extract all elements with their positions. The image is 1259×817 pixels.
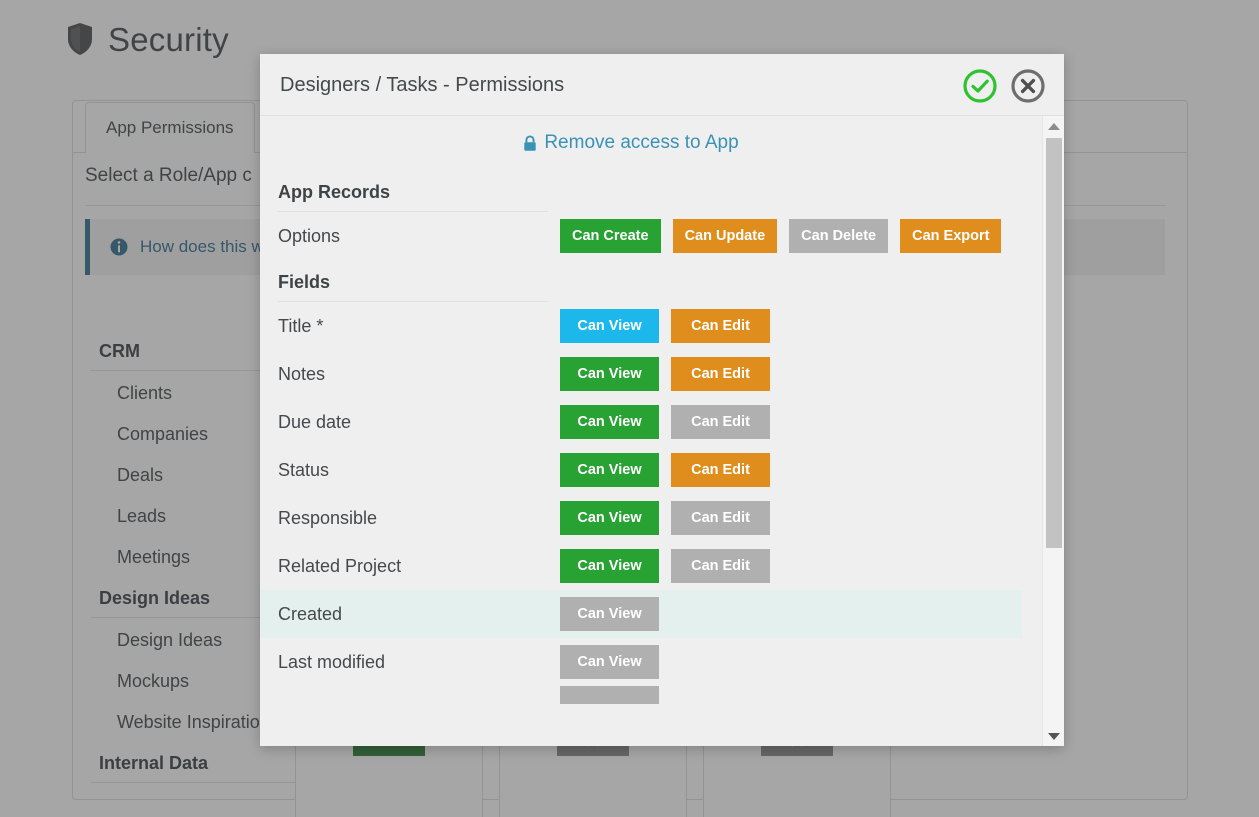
- permissions-modal: Designers / Tasks - Permissions Remove a…: [260, 54, 1064, 746]
- can-edit-button[interactable]: Can Edit: [671, 549, 770, 583]
- row-buttons: Can Create Can Update Can Delete Can Exp…: [560, 219, 1002, 253]
- can-view-button[interactable]: Can View: [560, 405, 659, 439]
- row-buttons: Can View: [560, 645, 659, 679]
- table-row: Title * Can View Can Edit: [260, 302, 1022, 350]
- row-buttons: Can View Can Edit: [560, 501, 770, 535]
- remove-access-label: Remove access to App: [544, 132, 739, 153]
- row-buttons: [560, 686, 659, 704]
- remove-access-row: Remove access to App: [260, 116, 1022, 170]
- can-edit-button[interactable]: Can Edit: [671, 405, 770, 439]
- row-buttons: Can View Can Edit: [560, 357, 770, 391]
- can-delete-button[interactable]: Can Delete: [789, 219, 889, 253]
- row-buttons: Can View Can Edit: [560, 549, 770, 583]
- can-view-button[interactable]: Can View: [560, 549, 659, 583]
- row-label: Status: [278, 459, 330, 480]
- row-buttons: Can View: [560, 597, 659, 631]
- table-row: Options Can Create Can Update Can Delete…: [260, 212, 1022, 260]
- can-edit-button[interactable]: Can Edit: [671, 453, 770, 487]
- check-circle-icon[interactable]: [962, 68, 998, 104]
- scroll-down-button[interactable]: [1043, 726, 1064, 746]
- modal-title: Designers / Tasks - Permissions: [280, 74, 565, 96]
- table-row: Created Can View: [260, 590, 1022, 638]
- modal-header: Designers / Tasks - Permissions: [260, 54, 1064, 116]
- can-edit-button[interactable]: Can Edit: [671, 309, 770, 343]
- row-label: Related Project: [278, 555, 402, 576]
- can-edit-button[interactable]: Can Edit: [671, 501, 770, 535]
- can-view-button[interactable]: Can View: [560, 597, 659, 631]
- table-row: Due date Can View Can Edit: [260, 398, 1022, 446]
- table-row: Last modified Can View: [260, 638, 1022, 686]
- scroll-up-button[interactable]: [1043, 116, 1064, 136]
- modal-body: Remove access to App App Records Options…: [260, 116, 1064, 746]
- close-circle-icon[interactable]: [1010, 68, 1046, 104]
- row-label: Options: [278, 225, 341, 246]
- can-view-button[interactable]: Can View: [560, 357, 659, 391]
- can-view-button[interactable]: Can View: [560, 645, 659, 679]
- can-create-button[interactable]: Can Create: [560, 219, 661, 253]
- can-export-button[interactable]: Can Export: [900, 219, 1002, 253]
- row-label: Responsible: [278, 507, 378, 528]
- can-view-button[interactable]: [560, 686, 659, 704]
- lock-icon: [523, 134, 537, 152]
- row-label: Created: [278, 603, 343, 624]
- table-row: Related Project Can View Can Edit: [260, 542, 1022, 590]
- row-label: Notes: [278, 363, 326, 384]
- app-root: Security App Permissions Select a Role/A…: [0, 0, 1259, 817]
- can-edit-button[interactable]: Can Edit: [671, 357, 770, 391]
- modal-header-actions: [962, 68, 1046, 104]
- section-heading-fields: Fields: [278, 272, 548, 302]
- row-label: Title *: [278, 315, 324, 336]
- row-buttons: Can View Can Edit: [560, 309, 770, 343]
- row-buttons: Can View Can Edit: [560, 453, 770, 487]
- table-row-partial: [260, 686, 1022, 704]
- row-label: Last modified: [278, 651, 386, 672]
- can-view-button[interactable]: Can View: [560, 453, 659, 487]
- can-update-button[interactable]: Can Update: [672, 219, 778, 253]
- scrollbar-thumb[interactable]: [1046, 138, 1062, 548]
- can-view-button[interactable]: Can View: [560, 501, 659, 535]
- modal-scroll-content: Remove access to App App Records Options…: [260, 116, 1022, 746]
- table-row: Notes Can View Can Edit: [260, 350, 1022, 398]
- row-label: Due date: [278, 411, 352, 432]
- row-buttons: Can View Can Edit: [560, 405, 770, 439]
- table-row: Status Can View Can Edit: [260, 446, 1022, 494]
- can-view-button[interactable]: Can View: [560, 309, 659, 343]
- table-row: Responsible Can View Can Edit: [260, 494, 1022, 542]
- chevron-up-icon: [1048, 122, 1060, 130]
- chevron-down-icon: [1048, 732, 1060, 740]
- modal-scrollbar[interactable]: [1042, 116, 1064, 746]
- remove-access-link[interactable]: Remove access to App: [523, 132, 739, 154]
- section-heading-app-records: App Records: [278, 182, 548, 212]
